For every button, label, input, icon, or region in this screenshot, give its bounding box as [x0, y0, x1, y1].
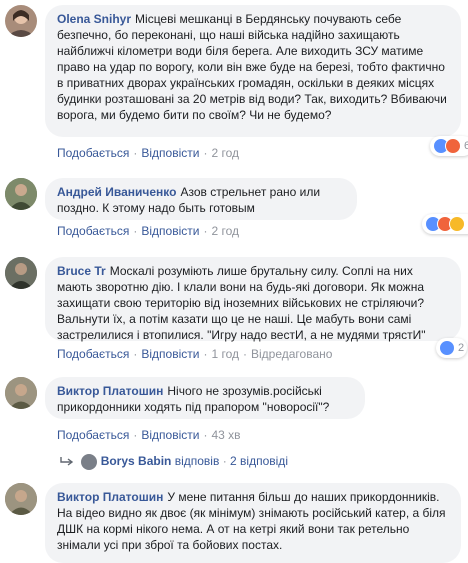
comment-actions: Подобається · Відповісти · 2 год	[57, 146, 239, 160]
comment-bubble: Bruce Tr Москалі розуміють лише брутальну…	[45, 257, 461, 342]
like-link[interactable]: Подобається	[57, 428, 129, 442]
avatar[interactable]	[5, 178, 37, 210]
replies-count[interactable]: 2 відповіді	[230, 454, 288, 468]
avatar[interactable]	[5, 377, 37, 409]
comment-actions: Подобається · Відповісти · 2 год	[57, 224, 239, 238]
comment-author[interactable]: Olena Snihyr	[57, 12, 131, 26]
timestamp[interactable]: 2 год	[211, 224, 239, 238]
replier-name[interactable]: Borys Babin	[101, 454, 172, 468]
timestamp[interactable]: 43 хв	[211, 428, 240, 442]
comment: Андрей Иваниченко Азов стрельнет рано или…	[0, 170, 468, 240]
comment-actions: Подобається · Відповісти · 43 хв	[57, 428, 241, 442]
comment-bubble: Виктор Платошин У мене питання більш до н…	[45, 483, 461, 563]
reaction-count: 6	[464, 140, 468, 152]
like-link[interactable]: Подобається	[57, 146, 129, 160]
like-reaction-icon	[439, 340, 455, 356]
comment: Виктор Платошин У мене питання більш до н…	[0, 478, 468, 563]
comment-text: Москалі розуміють лише брутальну силу. С…	[57, 264, 426, 342]
avatar[interactable]	[5, 483, 37, 515]
comment-actions: Подобається · Відповісти · 1 год · Відредагова…	[57, 347, 333, 361]
angry-reaction-icon	[445, 138, 461, 154]
avatar[interactable]	[5, 5, 37, 37]
comment-bubble: Olena Snihyr Місцеві мешканці в Бердянськ…	[45, 5, 461, 137]
reactions-summary[interactable]: 2	[436, 338, 468, 358]
like-link[interactable]: Подобається	[57, 347, 129, 361]
avatar[interactable]	[5, 257, 37, 289]
reply-link[interactable]: Відповісти	[141, 224, 199, 238]
comment-bubble: Андрей Иваниченко Азов стрельнет рано или…	[45, 178, 357, 220]
reply-link[interactable]: Відповісти	[141, 347, 199, 361]
comment-author[interactable]: Bruce Tr	[57, 264, 106, 278]
comment-author[interactable]: Андрей Иваниченко	[57, 185, 176, 199]
like-link[interactable]: Подобається	[57, 224, 129, 238]
timestamp[interactable]: 1 год	[211, 347, 239, 361]
comment-author[interactable]: Виктор Платошин	[57, 490, 163, 504]
reply-link[interactable]: Відповісти	[141, 428, 199, 442]
comment: Bruce Tr Москалі розуміють лише брутальну…	[0, 252, 468, 367]
edited-label[interactable]: Відредаговано	[251, 347, 332, 361]
separator-dot: ·	[222, 454, 227, 469]
comment: Olena Snihyr Місцеві мешканці в Бердянськ…	[0, 0, 468, 165]
timestamp[interactable]: 2 год	[211, 146, 239, 160]
reaction-count: 2	[458, 342, 465, 354]
comment-bubble: Виктор Платошин Нічого не зрозумів.російс…	[45, 377, 365, 419]
reactions-summary[interactable]: 4	[422, 214, 468, 234]
reactions-summary[interactable]: 6	[430, 136, 468, 156]
comment-author[interactable]: Виктор Платошин	[57, 384, 163, 398]
reply-link[interactable]: Відповісти	[141, 146, 199, 160]
comment: Виктор Платошин Нічого не зрозумів.російс…	[0, 372, 468, 472]
replied-verb: відповів	[174, 454, 220, 469]
reply-arrow-icon	[60, 455, 74, 469]
replier-avatar	[81, 454, 98, 470]
haha-reaction-icon	[449, 216, 465, 232]
comment-text: Місцеві мешканці в Бердянську почувають …	[57, 12, 447, 122]
view-replies-link[interactable]: Borys Babin відповів · 2 відповіді	[60, 454, 288, 470]
